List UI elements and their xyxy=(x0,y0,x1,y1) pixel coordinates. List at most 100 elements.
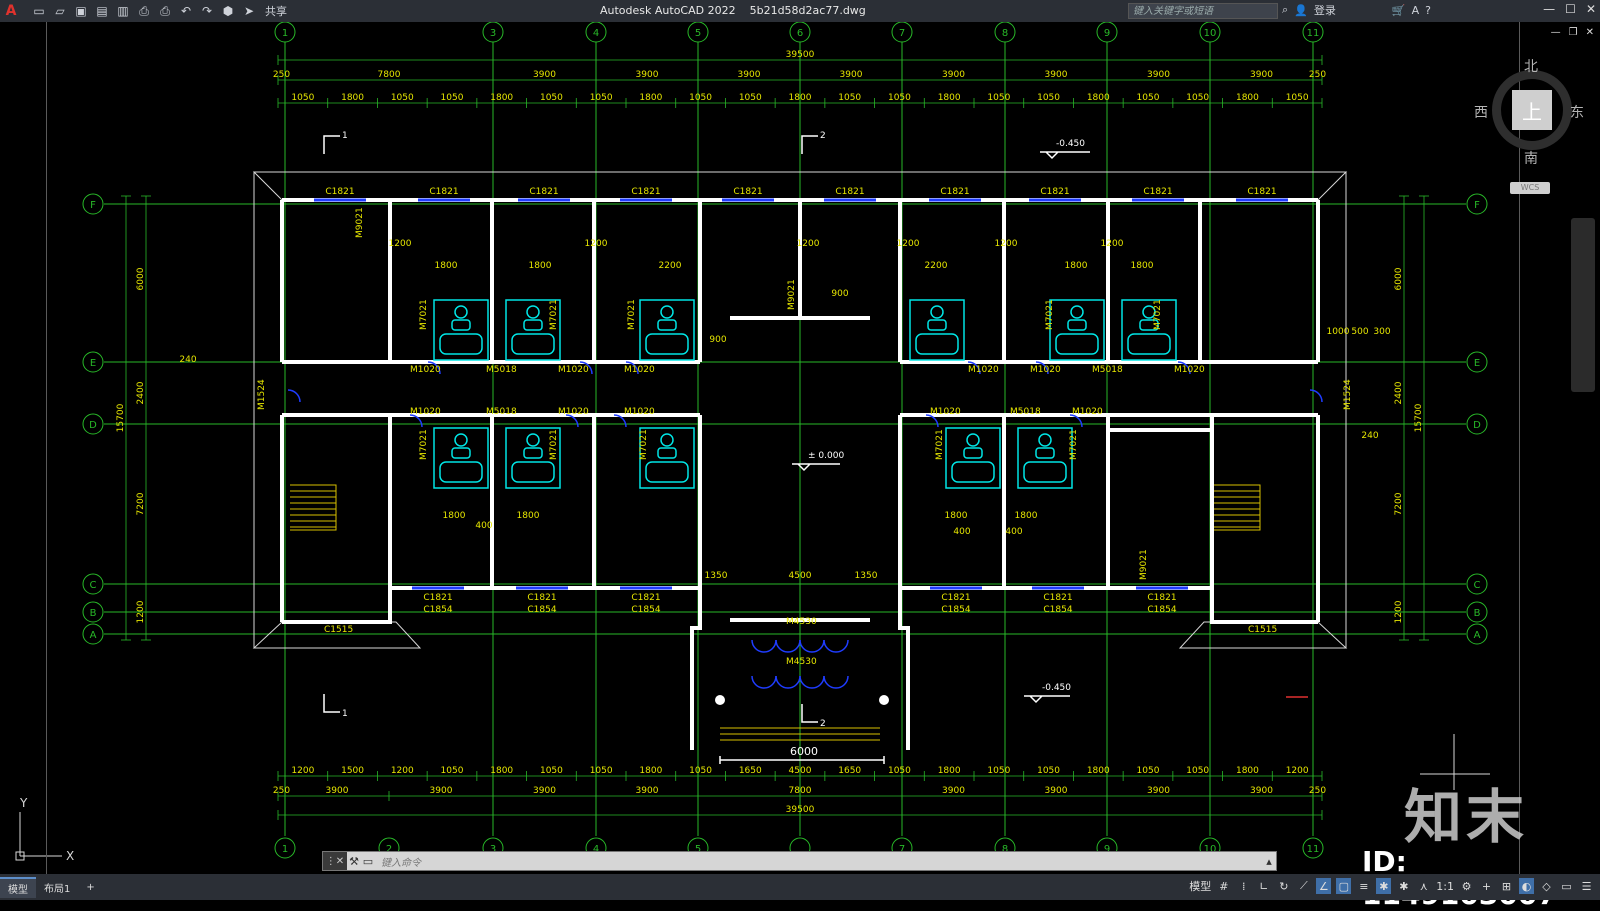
grid-icon[interactable]: # xyxy=(1216,878,1231,894)
redo-icon[interactable]: ↷ xyxy=(198,2,216,20)
compass-east[interactable]: 东 xyxy=(1570,102,1584,122)
axis-bubble-side-label: F xyxy=(1474,200,1480,211)
save-as-icon[interactable]: ▤ xyxy=(93,2,111,20)
window-label-bottom-2: C1854 xyxy=(941,605,970,615)
dim-row-top2-text: 1050 xyxy=(689,93,712,103)
axis-bubble-side-label: A xyxy=(1474,630,1481,641)
drawing-restore-icon[interactable]: ❐ xyxy=(1569,27,1578,38)
print-icon[interactable]: ⎙ xyxy=(156,2,174,20)
door-label-m1020: M1020 xyxy=(1072,407,1103,417)
tab-layout1[interactable]: 布局1 xyxy=(36,878,78,897)
polar-icon[interactable]: ↻ xyxy=(1276,878,1291,894)
settings-gear-icon[interactable]: ⚙ xyxy=(1459,878,1474,894)
bathroom-bottom xyxy=(945,427,1001,489)
dim-left-text: 7200 xyxy=(136,492,146,515)
osnap-tracking-icon[interactable]: ∠ xyxy=(1316,878,1332,894)
minimize-icon[interactable]: — xyxy=(1543,2,1555,16)
entrance-door-swing xyxy=(823,675,849,689)
osnap-icon[interactable]: ▢ xyxy=(1336,878,1352,894)
dim-row-bottom2-text: 1200 xyxy=(291,766,314,776)
help-search-input[interactable]: 键入关键字或短语 xyxy=(1128,3,1278,19)
door-label-m1020: M1020 xyxy=(624,407,655,417)
dimension-value: 240 xyxy=(179,355,196,365)
publish-icon[interactable]: ▥ xyxy=(114,2,132,20)
search-icon[interactable]: ⌕ xyxy=(1282,3,1288,17)
command-input[interactable]: 键入命令 xyxy=(375,854,1262,869)
drawing-close-icon[interactable]: ✕ xyxy=(1586,27,1594,38)
door-label-m1020: M1020 xyxy=(558,365,589,375)
share-label[interactable]: 共享 xyxy=(265,3,287,19)
window-label-bottom-2: C1854 xyxy=(423,605,452,615)
compass-south[interactable]: 南 xyxy=(1524,148,1538,168)
dim-row-top2-text: 1800 xyxy=(789,93,812,103)
column-right xyxy=(879,695,889,705)
dim-row-top2-text: 1800 xyxy=(341,93,364,103)
drawing-canvas[interactable]: 1 3 4 5 6 7 8 9 10 111 2 3 4 5 7 8 9 10 11F FE ED DC CB BA A 395… xyxy=(0,22,1600,874)
drawing-minimize-icon[interactable]: — xyxy=(1551,27,1561,38)
add-layout-button[interactable]: + xyxy=(78,880,102,895)
dim-left-text: 6000 xyxy=(136,267,146,290)
annotation-scale-icon[interactable]: ⋏ xyxy=(1416,878,1431,894)
workspace-icon[interactable]: ⬢ xyxy=(219,2,237,20)
user-icon[interactable]: 👤 xyxy=(1294,4,1308,17)
axis-bubble-side-label: A xyxy=(90,630,97,641)
compass-north[interactable]: 北 xyxy=(1524,56,1538,76)
viewcube-top-face[interactable]: 上 xyxy=(1512,90,1552,130)
add-icon[interactable]: + xyxy=(1479,878,1494,894)
undo-icon[interactable]: ↶ xyxy=(177,2,195,20)
plot-icon[interactable]: ⎙ xyxy=(135,2,153,20)
bathroom-top xyxy=(1049,299,1105,361)
axis-bubble-side-label: C xyxy=(90,580,97,591)
ortho-icon[interactable]: ∟ xyxy=(1256,878,1271,894)
command-grip-icon[interactable]: ⋮✕ xyxy=(323,852,347,870)
close-icon[interactable]: ✕ xyxy=(1586,2,1596,16)
command-customize-icon[interactable]: ⚒ xyxy=(347,855,361,868)
axis-bubble-bottom-label: 1 xyxy=(282,844,288,855)
autocad-logo-icon[interactable]: A xyxy=(0,0,22,22)
dim-row-bottom2-text: 1050 xyxy=(441,766,464,776)
isodraft-icon[interactable]: ⟋ xyxy=(1296,878,1311,894)
axis-bubble-top-label: 10 xyxy=(1204,28,1217,39)
command-prompt-icon[interactable]: ▭ xyxy=(361,855,375,868)
axis-bubble-side-label: C xyxy=(1474,580,1481,591)
dimension-value: 1200 xyxy=(1101,239,1124,249)
window-label-top: C1821 xyxy=(940,187,969,197)
lineweight-icon[interactable]: ≡ xyxy=(1356,878,1371,894)
dim-row-bottom2-text: 1050 xyxy=(689,766,712,776)
viewcube[interactable]: 上 北 南 西 东 xyxy=(1474,56,1586,167)
dim-row-top-text: 7800 xyxy=(378,70,401,80)
open-folder-icon[interactable]: ▱ xyxy=(51,2,69,20)
cart-icon[interactable]: 🛒 xyxy=(1392,4,1406,17)
help-icon[interactable]: ? xyxy=(1425,4,1431,17)
customize-menu-icon[interactable]: ☰ xyxy=(1579,878,1594,894)
new-file-icon[interactable]: ▭ xyxy=(30,2,48,20)
auto-scale-icon[interactable]: ✱ xyxy=(1396,878,1411,894)
dim-row-bottom-text: 3900 xyxy=(636,786,659,796)
dim-row-bottom-text: 250 xyxy=(273,786,290,796)
door-label-m1020: M1020 xyxy=(1030,365,1061,375)
hardware-acceleration-icon[interactable]: ◇ xyxy=(1539,878,1554,894)
dim-row-top2-text: 1050 xyxy=(1186,93,1209,103)
door-label-m1020: M1020 xyxy=(410,407,441,417)
share-icon[interactable]: ➤ xyxy=(240,2,258,20)
clean-screen-icon[interactable]: ▭ xyxy=(1559,878,1574,894)
model-space-label[interactable]: 模型 xyxy=(1189,878,1211,894)
units-icon[interactable]: ⊞ xyxy=(1499,878,1514,894)
annotation-visibility-icon[interactable]: ✱ xyxy=(1376,878,1392,894)
navigation-bar[interactable] xyxy=(1571,218,1595,392)
autodesk-app-icon[interactable]: A xyxy=(1412,4,1420,17)
section-mark-2-bottom: 2 xyxy=(820,719,826,729)
dim-row-bottom2-text: 1800 xyxy=(639,766,662,776)
wcs-menu[interactable]: WCS xyxy=(1510,182,1550,194)
login-label[interactable]: 登录 xyxy=(1314,2,1336,18)
save-icon[interactable]: ▣ xyxy=(72,2,90,20)
door-swing xyxy=(1309,389,1323,403)
isolate-objects-icon[interactable]: ◐ xyxy=(1519,878,1534,894)
compass-west[interactable]: 西 xyxy=(1474,102,1488,122)
tab-model[interactable]: 模型 xyxy=(0,876,36,898)
command-history-icon[interactable]: ▴ xyxy=(1262,855,1276,868)
annotation-scale-value[interactable]: 1:1 xyxy=(1436,880,1454,893)
maximize-icon[interactable]: ☐ xyxy=(1565,2,1576,16)
snap-icon[interactable]: ⁞ xyxy=(1236,878,1251,894)
dim-row-top2-text: 1050 xyxy=(1037,93,1060,103)
